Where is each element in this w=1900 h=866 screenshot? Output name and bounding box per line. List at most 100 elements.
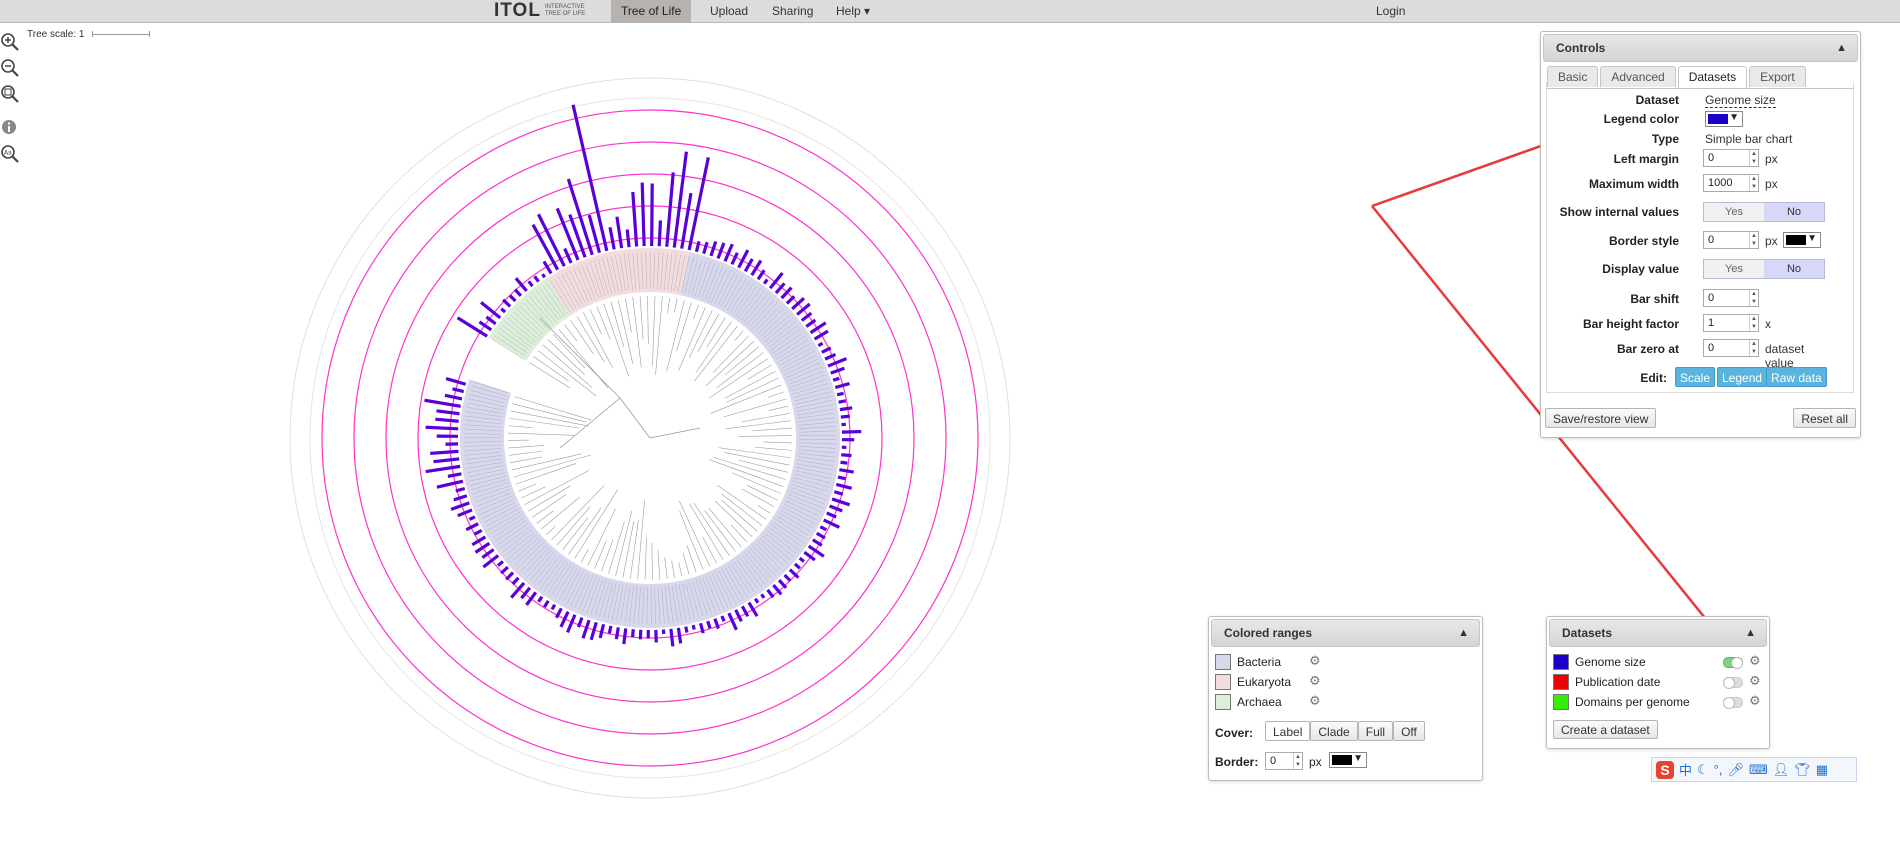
spinner-icon[interactable]: ▲ ▼ <box>1749 175 1758 191</box>
range-swatch[interactable] <box>1215 654 1231 670</box>
tree-branch <box>757 504 771 514</box>
controls-header[interactable]: Controls ▲ <box>1543 34 1858 62</box>
range-border-color-picker[interactable]: ▼ <box>1329 752 1367 768</box>
gear-icon[interactable]: ⚙ <box>1749 693 1761 709</box>
tree-branch <box>726 377 779 403</box>
cover-option-off[interactable]: Off <box>1393 721 1425 741</box>
tree-branch <box>723 398 787 418</box>
left-margin-input[interactable]: 0 ▲ ▼ <box>1703 149 1759 167</box>
grid-icon[interactable]: ▦ <box>1816 762 1828 778</box>
gear-icon[interactable]: ⚙ <box>1749 653 1761 669</box>
tree-branch <box>632 297 642 368</box>
genome-size-bar <box>444 393 463 401</box>
zoom-in-icon[interactable] <box>0 32 20 52</box>
tree-branch <box>741 488 775 508</box>
tree-branch <box>676 302 692 351</box>
tree-branch <box>508 425 533 429</box>
genome-size-bar <box>840 460 848 465</box>
save-restore-view-button[interactable]: Save/restore view <box>1545 408 1657 428</box>
punctuation-icon[interactable]: °, <box>1714 762 1723 777</box>
tree-branch <box>674 298 678 313</box>
tree-branch <box>542 344 593 388</box>
genome-size-bar <box>840 414 851 419</box>
bar-height-input[interactable]: 1 ▲ ▼ <box>1703 314 1759 332</box>
create-dataset-button[interactable]: Create a dataset <box>1553 720 1658 739</box>
keyboard-icon[interactable]: ⌨ <box>1749 762 1768 778</box>
spinner-icon[interactable]: ▲ ▼ <box>1749 315 1758 331</box>
skin-icon[interactable]: 👕︎ <box>1794 762 1811 778</box>
edit-raw-data-button[interactable]: Raw data <box>1766 367 1827 387</box>
ime-mode[interactable]: 中 <box>1679 760 1692 779</box>
collapse-icon[interactable]: ▲ <box>1836 35 1847 61</box>
display-value-no[interactable]: No <box>1764 260 1824 278</box>
legend-color-picker[interactable]: ▼ <box>1705 111 1743 127</box>
dataset-color-swatch[interactable] <box>1553 654 1569 670</box>
show-internal-no[interactable]: No <box>1764 203 1824 221</box>
border-color-picker[interactable]: ▼ <box>1783 232 1821 248</box>
cover-option-clade[interactable]: Clade <box>1310 721 1358 741</box>
label-search-icon[interactable]: Aa <box>0 144 20 164</box>
bar-shift-input[interactable]: 0 ▲ ▼ <box>1703 289 1759 307</box>
moon-icon[interactable]: ☾ <box>1697 762 1709 778</box>
dataset-select[interactable]: Genome size <box>1705 93 1776 108</box>
dataset-color-swatch[interactable] <box>1553 674 1569 690</box>
tree-branch <box>617 299 634 364</box>
colored-ranges-header[interactable]: Colored ranges ▲ <box>1211 619 1480 647</box>
range-swatch[interactable] <box>1215 694 1231 710</box>
dataset-color-swatch[interactable] <box>1553 694 1569 710</box>
border-style-row: Border style 0 ▲ ▼ px ▼ <box>1577 231 1827 251</box>
genome-size-bar <box>456 316 489 338</box>
gear-icon[interactable]: ⚙ <box>1309 673 1321 689</box>
show-internal-label: Show internal values <box>1559 205 1679 219</box>
edit-legend-button[interactable]: Legend <box>1717 367 1768 387</box>
genome-size-bar <box>832 376 840 382</box>
genome-size-bar <box>839 468 854 474</box>
bar-zero-input[interactable]: 0 ▲ ▼ <box>1703 339 1759 357</box>
max-width-input[interactable]: 1000 ▲ ▼ <box>1703 174 1759 192</box>
range-border-input[interactable]: 0 ▲ ▼ <box>1265 752 1303 770</box>
range-swatch[interactable] <box>1215 674 1231 690</box>
spinner-icon[interactable]: ▲ ▼ <box>1293 753 1302 769</box>
dataset-toggle[interactable] <box>1723 657 1743 669</box>
datasets-header[interactable]: Datasets ▲ <box>1549 619 1767 647</box>
zoom-out-icon[interactable] <box>0 58 20 78</box>
dataset-toggle[interactable] <box>1723 697 1743 709</box>
tree-branch <box>721 493 763 526</box>
tree-branch <box>734 330 744 341</box>
zoom-fit-icon[interactable] <box>0 84 20 104</box>
show-internal-yes[interactable]: Yes <box>1704 203 1764 221</box>
cover-option-full[interactable]: Full <box>1357 721 1394 741</box>
microphone-icon[interactable]: 🎤︎ <box>1727 762 1744 778</box>
tree-branch <box>556 506 591 546</box>
border-style-value: 0 <box>1708 234 1715 246</box>
genome-size-bar <box>474 541 491 554</box>
dataset-item-label: Genome size <box>1575 655 1646 669</box>
tree-branch <box>713 335 749 373</box>
collapse-icon[interactable]: ▲ <box>1745 620 1756 646</box>
dataset-toggle[interactable] <box>1723 677 1743 689</box>
cover-option-label[interactable]: Label <box>1265 721 1311 741</box>
spinner-icon[interactable]: ▲ ▼ <box>1749 340 1758 356</box>
genome-size-bar <box>468 515 476 521</box>
collapse-icon[interactable]: ▲ <box>1458 620 1469 646</box>
genome-size-bar <box>766 588 775 599</box>
info-icon[interactable] <box>0 118 20 138</box>
gear-icon[interactable]: ⚙ <box>1309 693 1321 709</box>
ime-logo[interactable]: S <box>1656 760 1674 779</box>
edit-scale-button[interactable]: Scale <box>1675 367 1716 387</box>
genome-size-bar <box>436 479 464 489</box>
gear-icon[interactable]: ⚙ <box>1749 673 1761 689</box>
svg-text:Aa: Aa <box>4 150 12 157</box>
spinner-icon[interactable]: ▲ ▼ <box>1749 290 1758 306</box>
spinner-icon[interactable]: ▲ ▼ <box>1749 150 1758 166</box>
gear-icon[interactable]: ⚙ <box>1309 653 1321 669</box>
reset-all-button[interactable]: Reset all <box>1793 408 1856 428</box>
max-width-label: Maximum width <box>1588 177 1679 191</box>
border-style-input[interactable]: 0 ▲ ▼ <box>1703 231 1759 249</box>
spinner-icon[interactable]: ▲ ▼ <box>1749 232 1758 248</box>
tree-branch <box>655 296 663 375</box>
genome-size-bar <box>559 610 570 628</box>
display-value-yes[interactable]: Yes <box>1704 260 1764 278</box>
user-icon[interactable]: 👤︎ <box>1773 762 1790 778</box>
legend-color-swatch <box>1708 114 1728 124</box>
